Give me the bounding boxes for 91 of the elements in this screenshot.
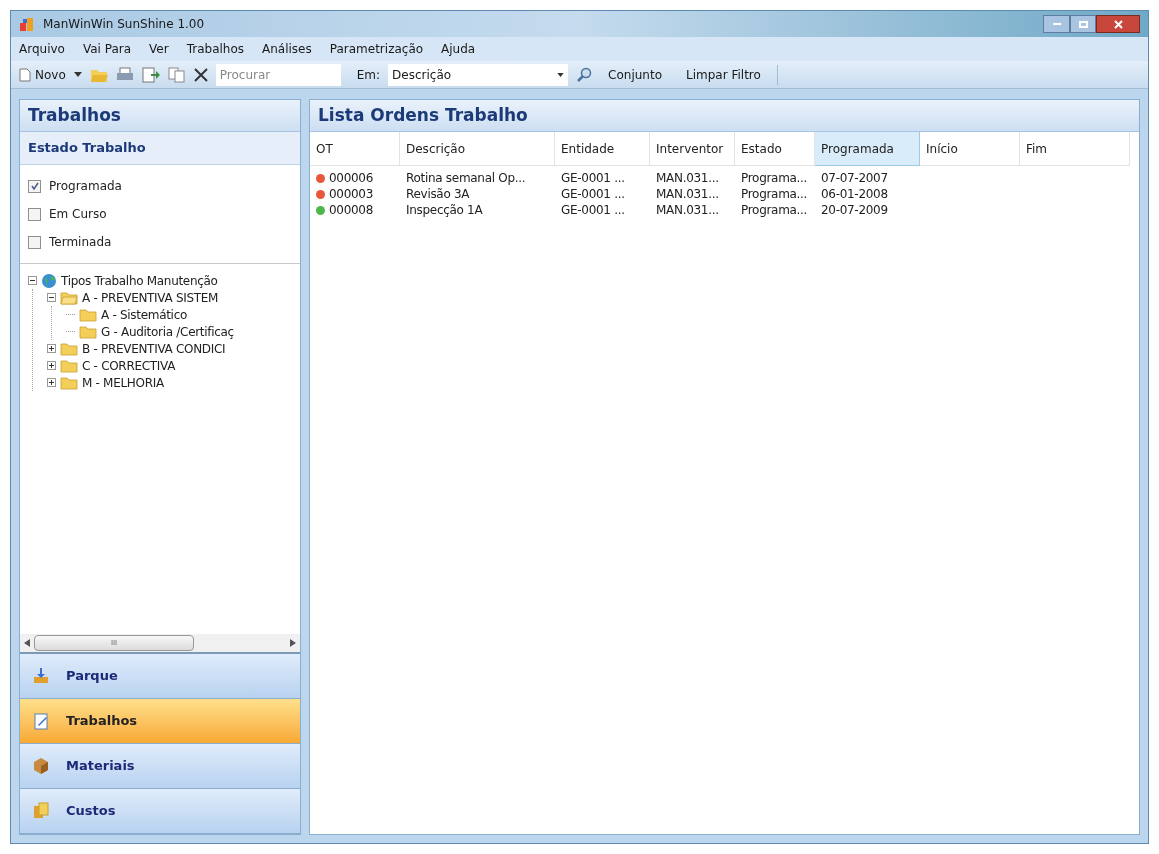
folder-icon xyxy=(60,358,78,373)
tree-item[interactable]: A - PREVENTIVA SISTEM xyxy=(82,288,219,307)
checkbox-label: Em Curso xyxy=(49,206,107,223)
check-icon xyxy=(30,182,39,190)
window-title: ManWinWin SunShine 1.00 xyxy=(43,16,205,33)
table-cell-text: MAN.031... xyxy=(656,186,719,203)
folder-icon xyxy=(79,307,97,322)
folder-icon xyxy=(60,341,78,356)
table-cell-text: Programa... xyxy=(741,186,808,203)
table-cell-text: Programa... xyxy=(741,170,808,187)
table-cell-text: MAN.031... xyxy=(656,170,719,187)
nav-button[interactable]: Materiais xyxy=(20,744,300,789)
box-icon xyxy=(32,757,50,775)
menu-item[interactable]: Arquivo xyxy=(19,40,65,58)
minimize-button[interactable] xyxy=(1043,15,1070,33)
column-header[interactable]: Programada xyxy=(815,132,920,166)
column-header[interactable]: Entidade xyxy=(555,132,650,166)
nav-button[interactable]: Trabalhos xyxy=(20,699,300,744)
table-cell-text: 20-07-2009 xyxy=(821,202,888,219)
printer-icon[interactable] xyxy=(115,66,134,83)
toolbar-button[interactable]: Limpar Filtro xyxy=(678,65,769,84)
menu-item[interactable]: Parametrização xyxy=(329,40,424,58)
table-cell-text: GE-0001 ... xyxy=(561,202,625,219)
toolbar-button[interactable]: Conjunto xyxy=(600,65,670,84)
menu-item[interactable]: Ver xyxy=(149,40,169,58)
menu-item[interactable]: Trabalhos xyxy=(186,40,244,58)
caret-icon[interactable] xyxy=(73,72,82,77)
close-button[interactable] xyxy=(1096,15,1140,33)
tree-item[interactable]: A - Sistemático xyxy=(101,305,187,324)
column-header[interactable]: Descrição xyxy=(400,132,555,166)
maximize-button[interactable] xyxy=(1070,15,1096,33)
table-cell-text: GE-0001 ... xyxy=(561,186,625,203)
table-cell-text: MAN.031... xyxy=(656,202,719,219)
table-cell-text: 07-07-2007 xyxy=(821,170,888,187)
folder-icon xyxy=(60,375,78,390)
globe-icon xyxy=(41,272,57,289)
nav-button[interactable]: Parque xyxy=(20,654,300,699)
tree-item[interactable]: C - CORRECTIVA xyxy=(82,356,176,375)
panel-title: Trabalhos xyxy=(20,100,300,132)
search-field[interactable]: Procurar xyxy=(215,63,341,86)
checkbox[interactable] xyxy=(28,235,41,249)
table-cell-text: 000006 xyxy=(329,170,373,187)
tray-icon xyxy=(32,667,50,685)
panel-title: Lista Ordens Trabalho xyxy=(310,100,1139,132)
folder-icon xyxy=(79,324,97,339)
table-cell-text: Revisão 3A xyxy=(406,186,470,203)
checkbox-label: Programada xyxy=(49,178,122,195)
section-header: Estado Trabalho xyxy=(20,132,300,165)
documents-icon xyxy=(32,802,50,820)
table-cell-text: 06-01-2008 xyxy=(821,186,888,203)
column-header[interactable]: Início xyxy=(920,132,1020,166)
column-header[interactable]: Estado xyxy=(735,132,815,166)
nav-button[interactable]: Custos xyxy=(20,789,300,834)
export-icon[interactable] xyxy=(141,66,160,83)
table-cell-text: Rotina semanal Op... xyxy=(406,170,526,187)
search-in-label: Em: xyxy=(356,66,381,84)
new-button[interactable]: Novo xyxy=(19,65,66,84)
tree-item[interactable]: Tipos Trabalho Manutenção xyxy=(61,271,218,290)
search-field-dropdown[interactable]: Descrição xyxy=(388,63,569,86)
table-cell-text: Programa... xyxy=(741,202,808,219)
tree-item[interactable]: G - Auditoria /Certificaç xyxy=(101,322,234,341)
app-logo-icon xyxy=(19,16,35,32)
checkbox[interactable] xyxy=(28,179,41,193)
expand-toggle[interactable] xyxy=(47,378,56,387)
table-cell-text: 000008 xyxy=(329,202,373,219)
delete-icon[interactable] xyxy=(193,67,208,82)
checkbox-label: Terminada xyxy=(49,234,112,251)
collapse-toggle[interactable] xyxy=(47,293,56,302)
tree-item[interactable]: M - MELHORIA xyxy=(82,373,164,392)
document-icon xyxy=(19,67,31,82)
close-icon xyxy=(1113,19,1123,29)
table-cell-text: Inspecção 1A xyxy=(406,202,483,219)
checkbox[interactable] xyxy=(28,207,41,221)
expand-toggle[interactable] xyxy=(47,361,56,370)
tree-item[interactable]: B - PREVENTIVA CONDICI xyxy=(82,339,226,358)
table-cell-text: GE-0001 ... xyxy=(561,170,625,187)
scroll-right-icon[interactable] xyxy=(290,639,296,647)
folder-icon xyxy=(60,290,78,305)
column-header[interactable]: OT xyxy=(310,132,400,166)
column-header[interactable]: Fim xyxy=(1020,132,1130,166)
caret-icon xyxy=(557,72,565,77)
table-cell-text: 000003 xyxy=(329,186,373,203)
collapse-toggle[interactable] xyxy=(28,276,37,285)
menu-item[interactable]: Análises xyxy=(262,40,312,58)
menu-item[interactable]: Vai Para xyxy=(82,40,132,58)
menu-item[interactable]: Ajuda xyxy=(441,40,476,58)
notepad-icon xyxy=(32,712,50,730)
expand-toggle[interactable] xyxy=(47,344,56,353)
scroll-left-icon[interactable] xyxy=(24,639,30,647)
search-icon[interactable] xyxy=(576,66,593,83)
column-header[interactable]: Interventor xyxy=(650,132,735,166)
